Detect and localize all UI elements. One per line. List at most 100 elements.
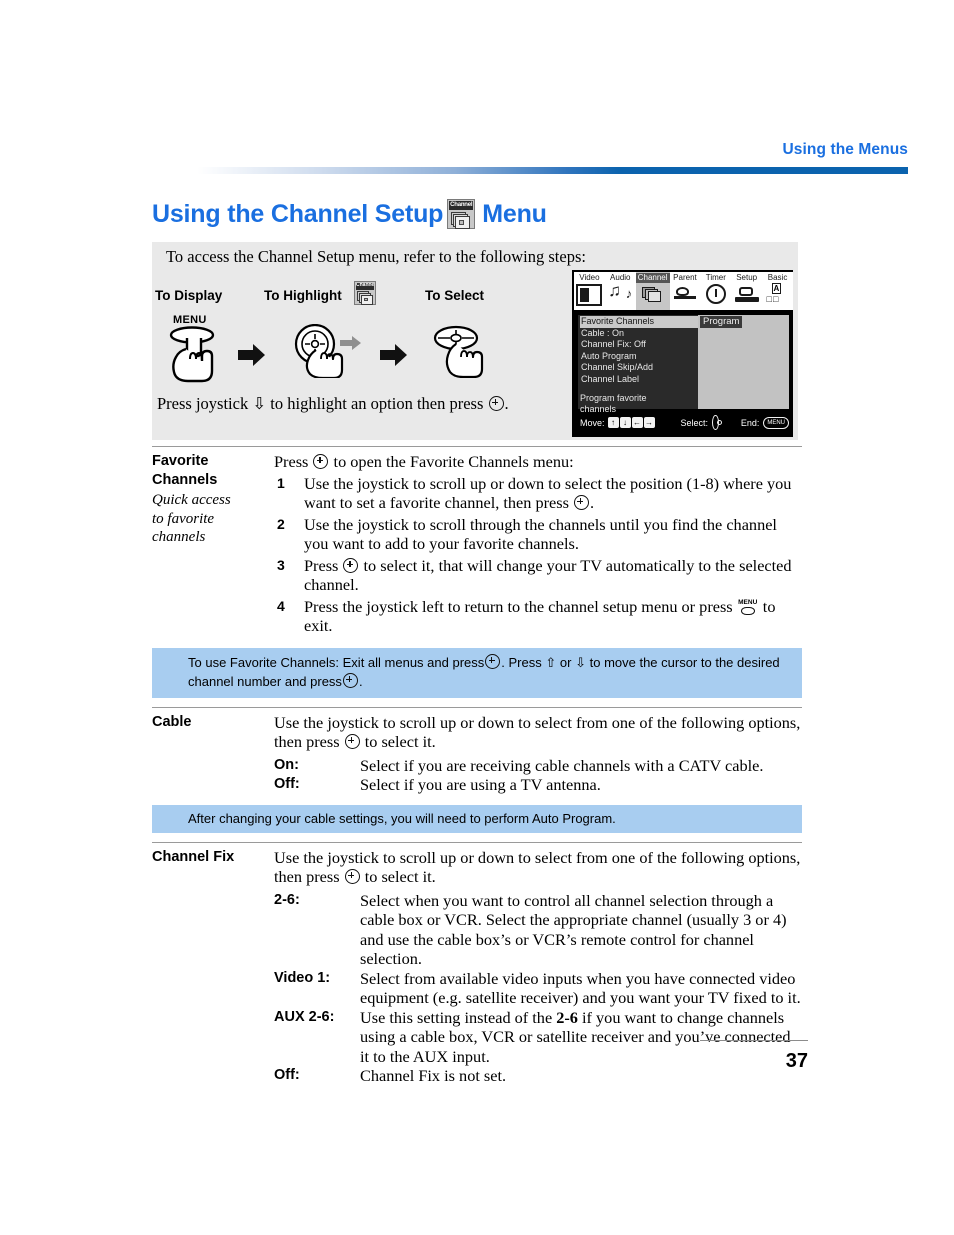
- osd-key-left[interactable]: ←: [631, 417, 643, 428]
- to-highlight-label: To Highlight: [264, 288, 342, 303]
- audio-icon: [607, 281, 633, 306]
- term-line-1: Cable: [152, 713, 192, 730]
- section-term-cable: Cable: [152, 713, 274, 795]
- joystick-button-glyph: [344, 734, 360, 749]
- osd-tab-basic[interactable]: Basic: [762, 272, 793, 310]
- page-title-text-before: Using the Channel Setup: [152, 199, 444, 228]
- osd-menu-item-auto-program[interactable]: Auto Program: [580, 351, 698, 363]
- osd-end-label: End:: [740, 417, 760, 428]
- option-key: AUX 2-6:: [274, 1008, 335, 1025]
- press-line-part2: to highlight an option then press: [270, 394, 484, 413]
- tv-osd-screenshot: Video Audio Channel Parent Timer: [572, 270, 793, 437]
- tip1-part4: .: [358, 673, 363, 689]
- running-head: Using the Menus: [782, 141, 908, 158]
- step-text-a: Press: [304, 555, 343, 575]
- favorite-lead: Press to open the Favorite Channels menu…: [274, 452, 802, 472]
- osd-tab-setup-label: Setup: [736, 273, 758, 282]
- osd-tab-channel[interactable]: Channel: [635, 272, 670, 310]
- press-joystick-instruction: Press joystick ⇩ to highlight an option …: [157, 394, 509, 414]
- osd-menu-item-channel-fix[interactable]: Channel Fix: Off: [580, 339, 698, 351]
- term-subtitle-line-2: to favorite: [152, 510, 215, 527]
- flow-arrow-2: [380, 344, 408, 366]
- step-text-a: Use the joystick to scroll up or down to…: [304, 473, 792, 513]
- option-value: Select when you want to control all chan…: [360, 890, 787, 969]
- option-value: Select from available video inputs when …: [360, 968, 801, 1008]
- osd-direction-keys: ↑ ↓ ← →: [607, 417, 655, 428]
- osd-menu-item-channel-label[interactable]: Channel Label: [580, 374, 698, 386]
- favorite-lead-before: Press: [274, 452, 309, 471]
- step-number: 1: [277, 474, 285, 491]
- favorite-steps-list: 1 Use the joystick to scroll up or down …: [274, 474, 802, 636]
- osd-tab-basic-label: Basic: [767, 273, 788, 282]
- channel-icon-label: Channel: [449, 201, 474, 211]
- osd-tab-setup[interactable]: Setup: [731, 272, 762, 310]
- osd-menu-list: Favorite Channels Cable : On Channel Fix…: [578, 315, 698, 414]
- section-term-favorite-channels: Favorite Channels Quick access to favori…: [152, 452, 274, 638]
- osd-tab-audio[interactable]: Audio: [605, 272, 636, 310]
- step-text-b: to select it, that will change your TV a…: [304, 555, 792, 595]
- option-value: Select if you are using a TV antenna.: [360, 775, 601, 794]
- joystick-button-glyph: [343, 557, 359, 573]
- osd-select-label: Select:: [680, 417, 709, 428]
- term-line-2: Channels: [152, 472, 218, 488]
- term-subtitle: Quick access to favorite channels: [152, 491, 274, 547]
- cable-lead-after: to select it.: [364, 732, 436, 751]
- hand-on-joystick-icon: [294, 324, 361, 378]
- section-description-favorite-channels: Press to open the Favorite Channels menu…: [274, 452, 802, 638]
- page-number: 37: [785, 1050, 808, 1072]
- press-line-part1: Press joystick: [157, 394, 249, 413]
- joystick-button-glyph: [344, 869, 360, 884]
- osd-menu-item-favorite-channels[interactable]: Favorite Channels: [580, 316, 698, 328]
- osd-tab-timer-label: Timer: [705, 273, 726, 282]
- section-favorite-channels: Favorite Channels Quick access to favori…: [152, 447, 802, 638]
- osd-tab-parent[interactable]: Parent: [670, 272, 701, 310]
- cable-options: On: Select if you are receiving cable ch…: [274, 756, 802, 795]
- tip1-or: or: [559, 654, 572, 670]
- down-arrow-glyph: ⇩: [575, 655, 586, 671]
- osd-key-up[interactable]: ↑: [607, 417, 619, 428]
- menu-press-illustration: MENU: [166, 314, 228, 384]
- channel-setup-icon: Channel: [447, 199, 476, 230]
- step-text-a: Press the joystick left to return to the…: [304, 596, 737, 616]
- footer-rule: [700, 1040, 808, 1041]
- osd-move-label: Move:: [580, 417, 605, 428]
- section-term-channel-fix: Channel Fix: [152, 848, 274, 1086]
- press-line-end: .: [504, 394, 509, 413]
- up-arrow-glyph: ⇧: [545, 655, 557, 671]
- osd-tab-channel-label: Channel: [635, 273, 670, 283]
- hand-pressing-joystick-icon: [433, 325, 484, 378]
- channel-fix-lead-after: to select it.: [364, 867, 436, 886]
- to-display-label: To Display: [155, 288, 223, 303]
- joystick-button-glyph: [488, 396, 504, 411]
- highlight-channel-icon: Channel: [354, 281, 376, 305]
- down-arrow-glyph: ⇩: [252, 394, 267, 413]
- list-item: Video 1: Select from available video inp…: [274, 969, 802, 1008]
- osd-menu-item-cable[interactable]: Cable : On: [580, 328, 698, 340]
- option-key: Off:: [274, 776, 300, 792]
- term-line-1: Channel Fix: [152, 848, 235, 865]
- list-item: 4 Press the joystick left to return to t…: [274, 597, 802, 636]
- osd-footer-bar: Move: ↑ ↓ ← → Select: End: MENU: [578, 414, 789, 431]
- hand-pressing-menu-icon: [169, 326, 215, 383]
- osd-tab-timer[interactable]: Timer: [700, 272, 731, 310]
- timer-icon: [705, 284, 726, 304]
- joystick-button-glyph: [485, 653, 501, 669]
- list-item: 2-6: Select when you want to control all…: [274, 891, 802, 969]
- osd-key-right[interactable]: →: [643, 417, 655, 428]
- term-subtitle-line-3: channels: [152, 529, 206, 545]
- osd-tab-video[interactable]: Video: [574, 272, 605, 310]
- page-title-text-after: Menu: [482, 199, 547, 228]
- step-number: 4: [277, 597, 285, 614]
- step-text-b: .: [590, 493, 595, 512]
- joystick-button-glyph: [342, 672, 358, 688]
- osd-tab-parent-label: Parent: [673, 273, 697, 282]
- joystick-button-glyph: [313, 454, 329, 469]
- osd-menu-button-icon: MENU: [763, 416, 789, 429]
- osd-joystick-icon: [712, 415, 722, 430]
- osd-tab-video-label: Video: [579, 273, 600, 282]
- osd-menu-item-channel-skip-add[interactable]: Channel Skip/Add: [580, 362, 698, 374]
- osd-key-down[interactable]: ↓: [619, 417, 631, 428]
- to-select-label: To Select: [425, 288, 485, 303]
- manual-page: Using the Menus Using the Channel Setup C…: [0, 0, 954, 1235]
- osd-right-panel: Program: [698, 315, 789, 409]
